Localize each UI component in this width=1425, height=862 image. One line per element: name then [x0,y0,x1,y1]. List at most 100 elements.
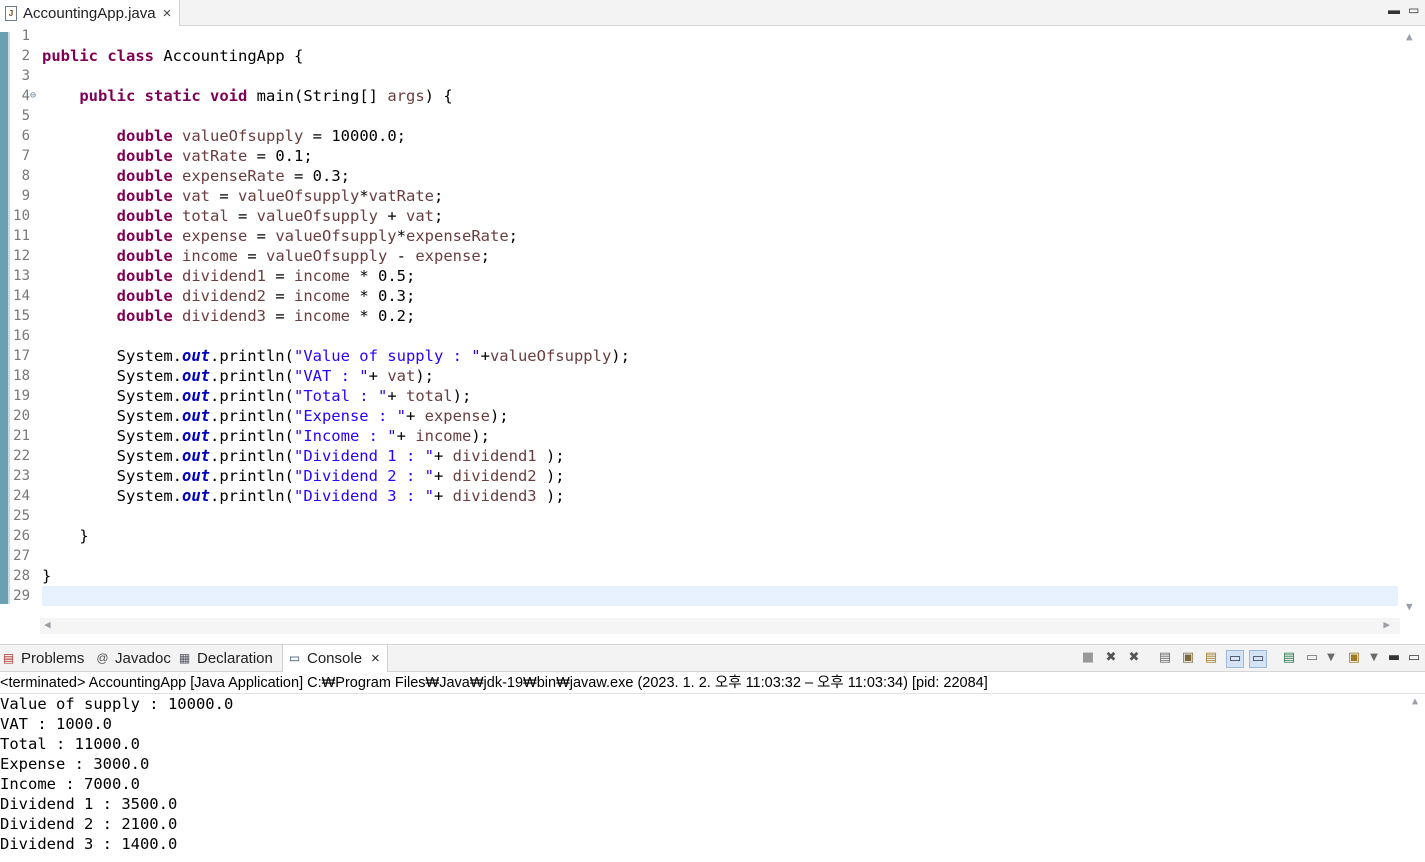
scroll-down-icon[interactable]: ▼ [1406,600,1413,613]
code-line[interactable]: System.out.println("VAT : "+ vat); [42,366,1398,386]
code-line[interactable]: double dividend3 = income * 0.2; [42,306,1398,326]
code-line[interactable] [42,26,1398,46]
code-token: * [396,227,406,245]
terminate-icon[interactable]: ■ [1080,650,1096,666]
code-line[interactable]: public static void main(String[] args) { [42,86,1398,106]
code-line[interactable] [42,506,1398,526]
scroll-right-icon[interactable]: ▶ [1383,618,1390,631]
tab-javadoc[interactable]: @ Javadoc [96,645,176,672]
code-line[interactable]: double vatRate = 0.1; [42,146,1398,166]
line-number: 11 [13,228,30,244]
tab-label: Declaration [197,650,273,667]
code-token: valueOfsupply [266,247,388,265]
line-number: 19 [13,388,30,404]
code-area[interactable]: public class AccountingApp { public stat… [42,26,1398,606]
code-line[interactable]: double vat = valueOfsupply*vatRate; [42,186,1398,206]
close-icon[interactable]: × [163,5,172,22]
scroll-up-icon[interactable]: ▲ [1406,30,1413,43]
chevron-down-icon[interactable]: ▼ [1323,650,1339,666]
open-console-icon[interactable]: ▣ [1346,650,1362,666]
line-number: 4 [21,88,30,104]
horizontal-scrollbar[interactable]: ◀ ▶ [40,618,1400,634]
view-menu-icon[interactable]: ▼ [1366,650,1382,666]
minimize-icon[interactable]: ▬ [1386,650,1402,666]
console-output[interactable]: Value of supply : 10000.0 VAT : 1000.0 Tot… [0,694,1410,854]
code-line[interactable]: System.out.println("Value of supply : "+… [42,346,1398,366]
code-token: ); [452,387,472,405]
remove-launch-icon[interactable]: ✖ [1103,650,1119,666]
line-number: 7 [21,148,30,164]
code-token: .println( [209,387,294,405]
code-token: + [387,387,406,405]
editor-tab-label: AccountingApp.java [23,4,156,22]
display-console-icon[interactable]: ▭ [1304,650,1320,666]
code-token: AccountingApp { [154,47,304,65]
code-token: double [116,247,173,265]
close-icon[interactable]: × [371,650,380,667]
code-token: .println( [209,427,294,445]
code-token: "Income : " [293,427,397,445]
tab-console[interactable]: ▭ Console × [282,645,388,672]
line-number: 3 [21,68,30,84]
pin-console-icon[interactable]: ▤ [1281,650,1297,666]
line-number: 16 [13,328,30,344]
editor-tab-accountingapp[interactable]: J AccountingApp.java × [0,0,180,26]
code-editor[interactable]: 1 2 3 4 5 6 7 8 9 10 11 12 13 14 15 16 17 18 19 20 21 22 23 24 2… [0,26,1425,638]
tab-declaration[interactable]: ▦ Declaration [178,645,282,672]
code-line[interactable]: double dividend2 = income * 0.3; [42,286,1398,306]
code-token: * [359,187,369,205]
code-line[interactable] [42,586,1398,606]
scroll-left-icon[interactable]: ◀ [44,618,51,631]
show-stdout-icon[interactable]: ▭ [1226,650,1244,668]
remove-all-terminated-icon[interactable]: ✖ [1126,650,1142,666]
tab-problems[interactable]: ▤ Problems [2,645,94,672]
code-token: .println( [209,467,294,485]
code-token: dividend2 [182,287,266,305]
code-line[interactable]: double expenseRate = 0.3; [42,166,1398,186]
code-line[interactable] [42,326,1398,346]
code-token: ); [489,407,509,425]
code-line[interactable]: double dividend1 = income * 0.5; [42,266,1398,286]
code-line[interactable]: System.out.println("Income : "+ income); [42,426,1398,446]
code-token: income [294,267,350,285]
code-token: System. [42,347,182,365]
code-line[interactable]: public class AccountingApp { [42,46,1398,66]
code-line[interactable]: double total = valueOfsupply + vat; [42,206,1398,226]
code-token: expenseRate [182,167,285,185]
code-token: + [405,407,425,425]
code-line[interactable] [42,66,1398,86]
maximize-icon[interactable]: ▭ [1408,3,1419,17]
vertical-scrollbar[interactable]: ▲ ▼ [1400,26,1425,616]
line-number: 26 [13,528,30,544]
scroll-lock-icon[interactable]: ▣ [1180,650,1196,666]
code-line[interactable]: System.out.println("Expense : "+ expense… [42,406,1398,426]
code-token: vatRate [368,187,434,205]
fold-collapse-icon[interactable]: ⊖ [30,90,36,101]
code-line[interactable]: System.out.println("Dividend 1 : "+ divi… [42,446,1398,466]
word-wrap-icon[interactable]: ▤ [1203,650,1219,666]
code-line[interactable]: System.out.println("Dividend 2 : "+ divi… [42,466,1398,486]
code-line[interactable]: System.out.println("Dividend 3 : "+ divi… [42,486,1398,506]
code-line[interactable]: System.out.println("Total : "+ total); [42,386,1398,406]
code-line[interactable]: double expense = valueOfsupply*expenseRa… [42,226,1398,246]
code-line[interactable]: double valueOfsupply = 10000.0; [42,126,1398,146]
clear-console-icon[interactable]: ▤ [1157,650,1173,666]
code-token: double [116,207,173,225]
maximize-icon[interactable]: ▭ [1406,650,1422,666]
code-line[interactable] [42,106,1398,126]
minimize-icon[interactable]: ▬ [1388,3,1400,17]
code-token: "Dividend 2 : " [293,467,434,485]
code-line[interactable]: } [42,566,1398,586]
code-line[interactable]: } [42,526,1398,546]
line-number: 25 [13,508,30,524]
code-line[interactable]: double income = valueOfsupply - expense; [42,246,1398,266]
show-stderr-icon[interactable]: ▭ [1249,650,1267,668]
code-line[interactable] [42,546,1398,566]
declaration-icon: ▦ [178,651,191,665]
scroll-up-icon[interactable]: ▲ [1412,696,1418,707]
code-token: expense [424,407,490,425]
